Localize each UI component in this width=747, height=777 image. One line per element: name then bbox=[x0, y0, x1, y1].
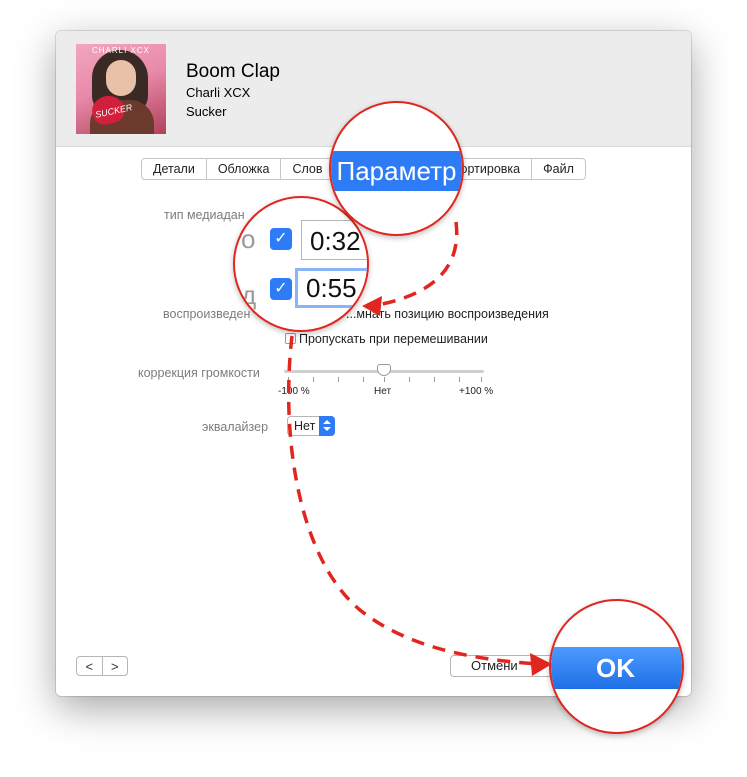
artwork-brand-text: CHARLI XCX bbox=[91, 46, 150, 55]
tab-file[interactable]: Файл bbox=[532, 159, 585, 179]
stop-label-partial: д bbox=[241, 280, 257, 310]
song-artist: Charli XCX bbox=[186, 85, 251, 100]
ok-button[interactable]: OK bbox=[551, 647, 682, 689]
song-album: Sucker bbox=[186, 104, 227, 119]
cancel-button[interactable]: Отмени bbox=[450, 655, 560, 677]
volume-label: коррекция громкости bbox=[138, 366, 260, 380]
tab-details[interactable]: Детали bbox=[142, 159, 207, 179]
tab-artwork[interactable]: Обложка bbox=[207, 159, 282, 179]
album-artwork: CHARLI XCX SUCKER bbox=[76, 44, 166, 134]
equalizer-select[interactable]: Нет bbox=[287, 416, 335, 436]
skip-shuffle-checkbox[interactable] bbox=[285, 333, 296, 344]
stop-time-checkbox[interactable]: ✓ bbox=[270, 278, 292, 300]
playback-label: воспроизведен bbox=[163, 307, 251, 321]
start-time-checkbox[interactable]: ✓ bbox=[270, 228, 292, 250]
skip-shuffle-label: Пропускать при перемешивании bbox=[299, 332, 488, 346]
volume-mid-label: Нет bbox=[374, 386, 392, 397]
previous-track-button[interactable]: < bbox=[77, 657, 103, 675]
volume-max-label: +100 % bbox=[459, 386, 494, 397]
magnifier-ok-button: OK bbox=[549, 599, 684, 734]
volume-slider-knob[interactable] bbox=[377, 364, 391, 376]
tab-options-label[interactable]: Параметр bbox=[331, 151, 462, 191]
equalizer-label: эквалайзер bbox=[202, 420, 269, 434]
magnifier-options-tab: Параметр bbox=[329, 101, 464, 236]
volume-min-label: -100 % bbox=[278, 386, 310, 397]
remember-position-label: ...мнать позицию воспроизведения bbox=[346, 307, 549, 321]
equalizer-stepper-icon bbox=[319, 416, 335, 436]
start-time-field[interactable]: 0:32 bbox=[301, 220, 367, 260]
media-type-label: тип медиадан bbox=[164, 208, 245, 222]
next-track-button[interactable]: > bbox=[103, 657, 128, 675]
stop-time-field[interactable]: 0:55 bbox=[295, 268, 367, 308]
song-title: Boom Clap bbox=[186, 61, 280, 82]
track-navigation: < > bbox=[76, 656, 128, 676]
start-label-partial: о bbox=[241, 224, 256, 254]
equalizer-value: Нет bbox=[294, 419, 316, 433]
